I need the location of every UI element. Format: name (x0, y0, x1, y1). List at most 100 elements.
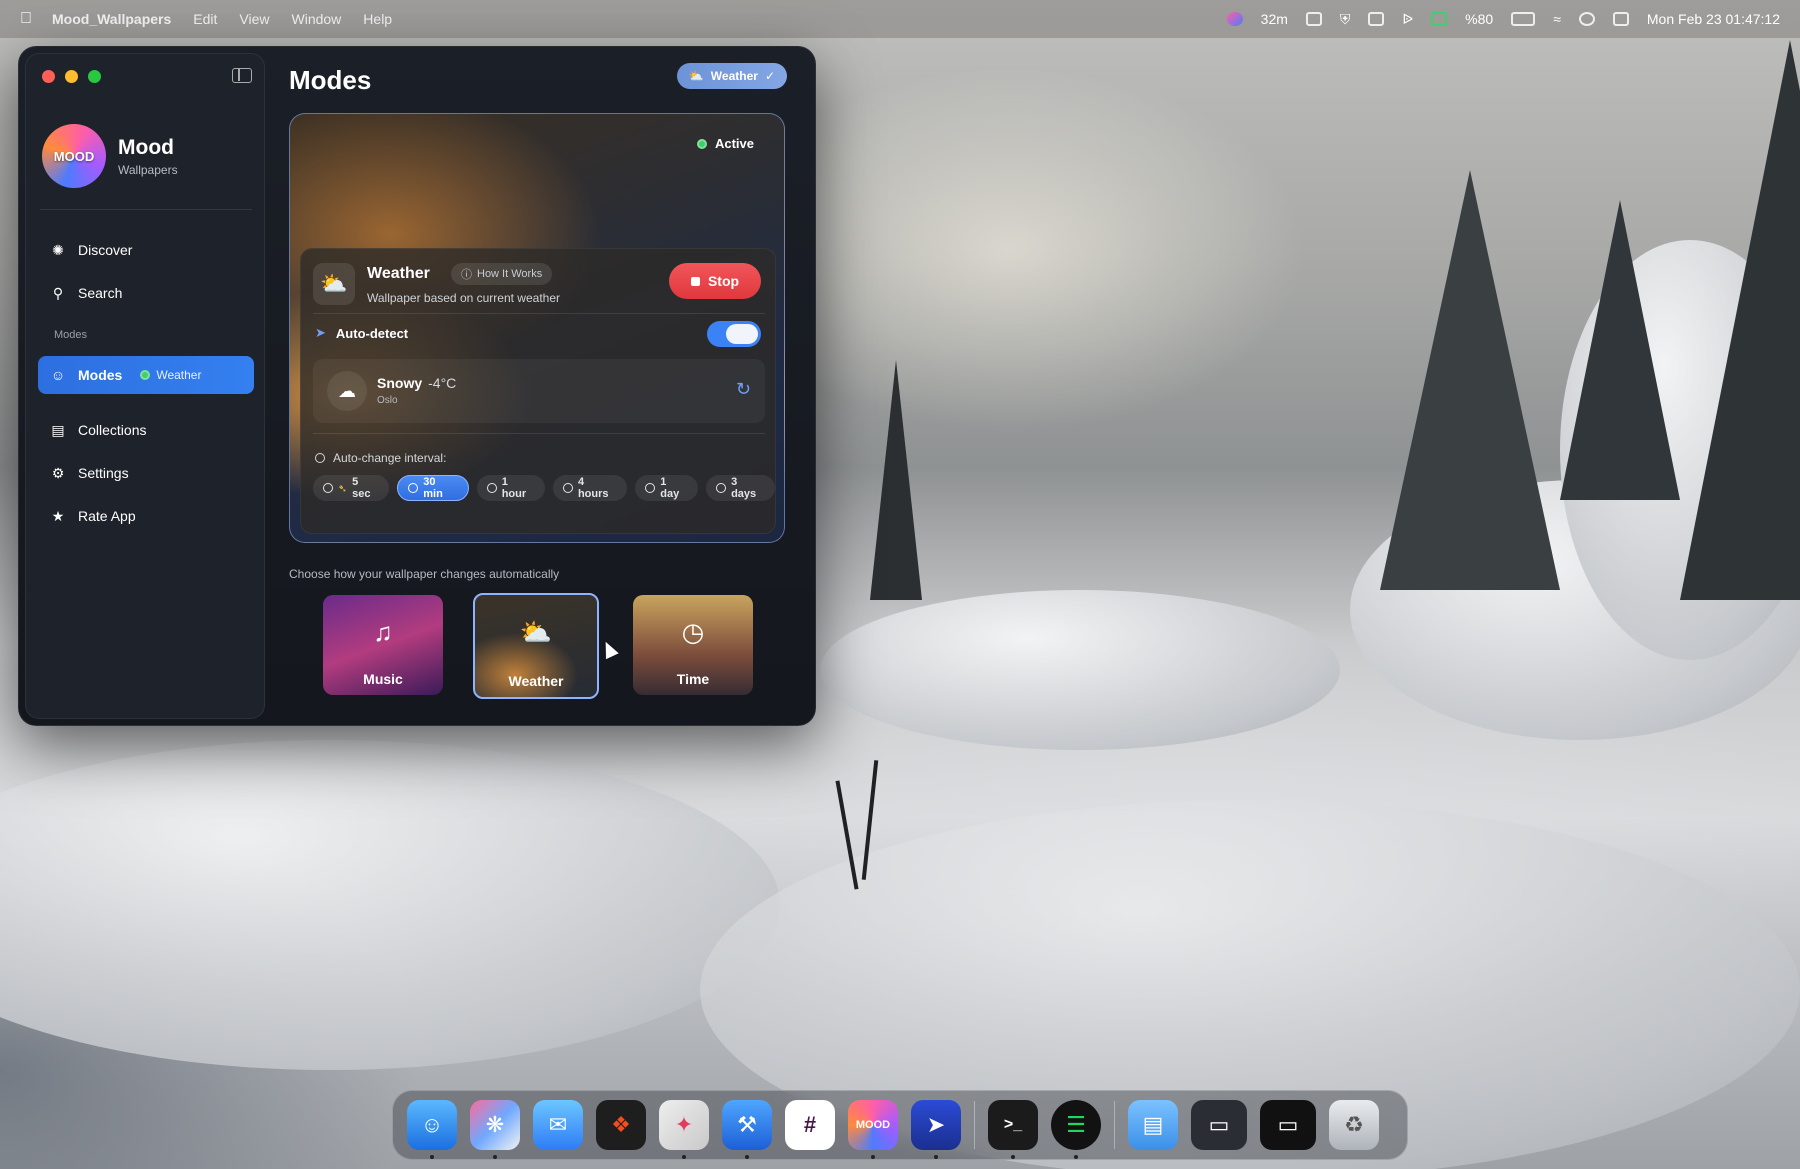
snow-drift (820, 590, 1340, 750)
shield-icon[interactable]: ⛨ (1340, 11, 1351, 28)
dock-spotify-icon[interactable]: ☰ (1051, 1100, 1101, 1159)
weather-mode-pill[interactable]: ⛅ Weather ✓ (676, 63, 787, 89)
dock-downloads-folder-icon[interactable]: ▤ (1128, 1100, 1178, 1150)
bluetooth-icon[interactable]: ᐉ (1402, 11, 1413, 28)
refresh-icon[interactable]: ↻ (736, 379, 751, 400)
cloud-sun-icon: ⛅ (688, 69, 704, 83)
play-icon[interactable] (1578, 12, 1595, 26)
sidebar-item-search[interactable]: ⚲ Search (38, 274, 254, 312)
how-it-works-button[interactable]: ⓘ How It Works (451, 263, 553, 285)
dock-mail-icon[interactable]: ✉ (533, 1100, 583, 1150)
mode-title: Weather (367, 265, 430, 282)
clock-icon (408, 483, 419, 493)
interval-label-row: Auto-change interval: (315, 451, 446, 465)
sidebar-item-label: Rate App (78, 508, 136, 524)
brand: MOOD Mood Wallpapers (42, 124, 178, 188)
mood-status-icon[interactable] (1226, 12, 1243, 26)
timer-readout[interactable]: 32m (1261, 11, 1288, 27)
mode-tile-weather[interactable]: ⛅ Weather (473, 593, 599, 699)
interval-chip-4-hours[interactable]: 4 hours (553, 475, 628, 501)
clock-icon (323, 483, 333, 493)
clock-icon (645, 483, 656, 493)
interval-chip-label: 1 hour (501, 476, 527, 500)
interval-chip-label: 4 hours (577, 476, 609, 500)
close-button[interactable] (42, 70, 55, 83)
interval-chip-5-sec[interactable]: ➴ 5 sec (313, 475, 390, 501)
sidebar-item-collections[interactable]: ▤ Collections (38, 411, 254, 449)
pine-tree (870, 360, 922, 600)
pine-tree (1560, 200, 1680, 500)
active-mode-badge: Weather (140, 368, 201, 382)
clock-datetime[interactable]: Mon Feb 23 01:47:12 (1647, 11, 1780, 27)
menu-edit[interactable]: Edit (193, 11, 217, 27)
dock-figma-icon[interactable]: ❖ (596, 1100, 646, 1150)
menu-app-name[interactable]: Mood_Wallpapers (52, 11, 171, 27)
sidebar-item-discover[interactable]: ✺ Discover (38, 231, 254, 269)
minimize-button[interactable] (65, 70, 78, 83)
dock-screenshot-preview-icon[interactable]: ▭ (1191, 1100, 1247, 1150)
sidebar-item-label: Discover (78, 242, 133, 258)
stop-label: Stop (707, 273, 740, 289)
mode-tile-time[interactable]: ◷ Time (633, 595, 753, 695)
dock-xcode-icon[interactable]: ⚒ (722, 1100, 772, 1159)
zoom-button[interactable] (88, 70, 101, 83)
active-dot (140, 370, 151, 380)
divider (313, 313, 765, 314)
dock-window-preview-icon[interactable]: ▭ (1260, 1100, 1316, 1150)
interval-chip-label: 3 days (731, 476, 757, 500)
menu-window[interactable]: Window (292, 11, 342, 27)
main-content: Modes ⛅ Weather ✓ Active ⛅ Weather ⓘ How… (289, 47, 815, 725)
interval-chip-30-min[interactable]: 30 min (397, 475, 469, 501)
dock-finder-icon[interactable]: ☺ (407, 1100, 457, 1159)
logo-text: MOOD (53, 148, 95, 164)
menu-help[interactable]: Help (363, 11, 392, 27)
wifi-icon[interactable]: ≈ (1553, 11, 1561, 27)
weather-temperature: -4°C (428, 375, 457, 391)
dock-launchpad-icon[interactable]: ❋ (470, 1100, 520, 1159)
stop-button[interactable]: Stop (669, 263, 761, 299)
mode-tile-music[interactable]: ♫ Music (323, 595, 443, 695)
mood-logo: MOOD (42, 124, 106, 188)
interval-options: ➴ 5 sec 30 min 1 hour 4 hours 1 day 3 day… (313, 475, 775, 501)
control-center-icon[interactable] (1612, 12, 1629, 26)
interval-chip-1-day[interactable]: 1 day (635, 475, 699, 501)
music-note-icon: ♫ (373, 617, 393, 647)
sidebar-item-label: Settings (78, 465, 129, 481)
interval-chip-3-days[interactable]: 3 days (706, 475, 775, 501)
interval-label: Auto-change interval: (333, 451, 447, 465)
apple-icon[interactable]:  (20, 10, 32, 28)
menu-view[interactable]: View (239, 11, 269, 27)
auto-detect-toggle[interactable] (707, 321, 761, 347)
weather-city: Oslo (377, 395, 398, 406)
dock-trash-icon[interactable]: ♻ (1329, 1100, 1379, 1150)
current-weather-row: ☁ Snowy -4°C Oslo ↻ (313, 359, 765, 423)
sidebar-item-modes[interactable]: ☺ Modes Weather (38, 356, 254, 394)
sidebar-toggle-icon[interactable] (232, 68, 252, 83)
sidebar-item-settings[interactable]: ⚙ Settings (38, 454, 254, 492)
pine-tree (1380, 170, 1560, 590)
dock-proxyman-icon[interactable]: ➤ (911, 1100, 961, 1159)
dock: ☺ ❋ ✉ ❖ ✦ ⚒ # MOOD ➤ >_ ☰ ▤ ▭ ▭ ♻ (392, 1090, 1408, 1160)
dock-terminal-icon[interactable]: >_ (988, 1100, 1038, 1159)
dock-mood-wallpapers-icon[interactable]: MOOD (848, 1100, 898, 1159)
sidebar-item-rate-app[interactable]: ★ Rate App (38, 497, 254, 535)
check-icon: ✓ (764, 69, 775, 83)
interval-chip-label: 30 min (423, 476, 443, 500)
how-it-works-label: How It Works (477, 268, 543, 280)
mode-subtitle: Wallpaper based on current weather (367, 291, 560, 305)
dock-slack-icon[interactable]: # (785, 1100, 835, 1150)
mode-controls-panel: ⛅ Weather ⓘ How It Works Wallpaper based… (300, 248, 776, 534)
display-icon[interactable] (1368, 12, 1385, 26)
clock-icon (315, 453, 325, 463)
active-dot (696, 138, 707, 149)
divider (313, 433, 765, 434)
stop-icon (690, 276, 700, 286)
extension-icon[interactable] (1305, 12, 1322, 26)
dock-pixelmator-icon[interactable]: ✦ (659, 1100, 709, 1159)
weather-condition: Snowy -4°C (377, 375, 456, 391)
pill-label: Weather (710, 69, 758, 83)
battery-icon[interactable] (1511, 12, 1536, 26)
activity-icon[interactable] (1431, 12, 1448, 26)
interval-chip-1-hour[interactable]: 1 hour (476, 475, 546, 501)
clock-icon (486, 483, 497, 493)
